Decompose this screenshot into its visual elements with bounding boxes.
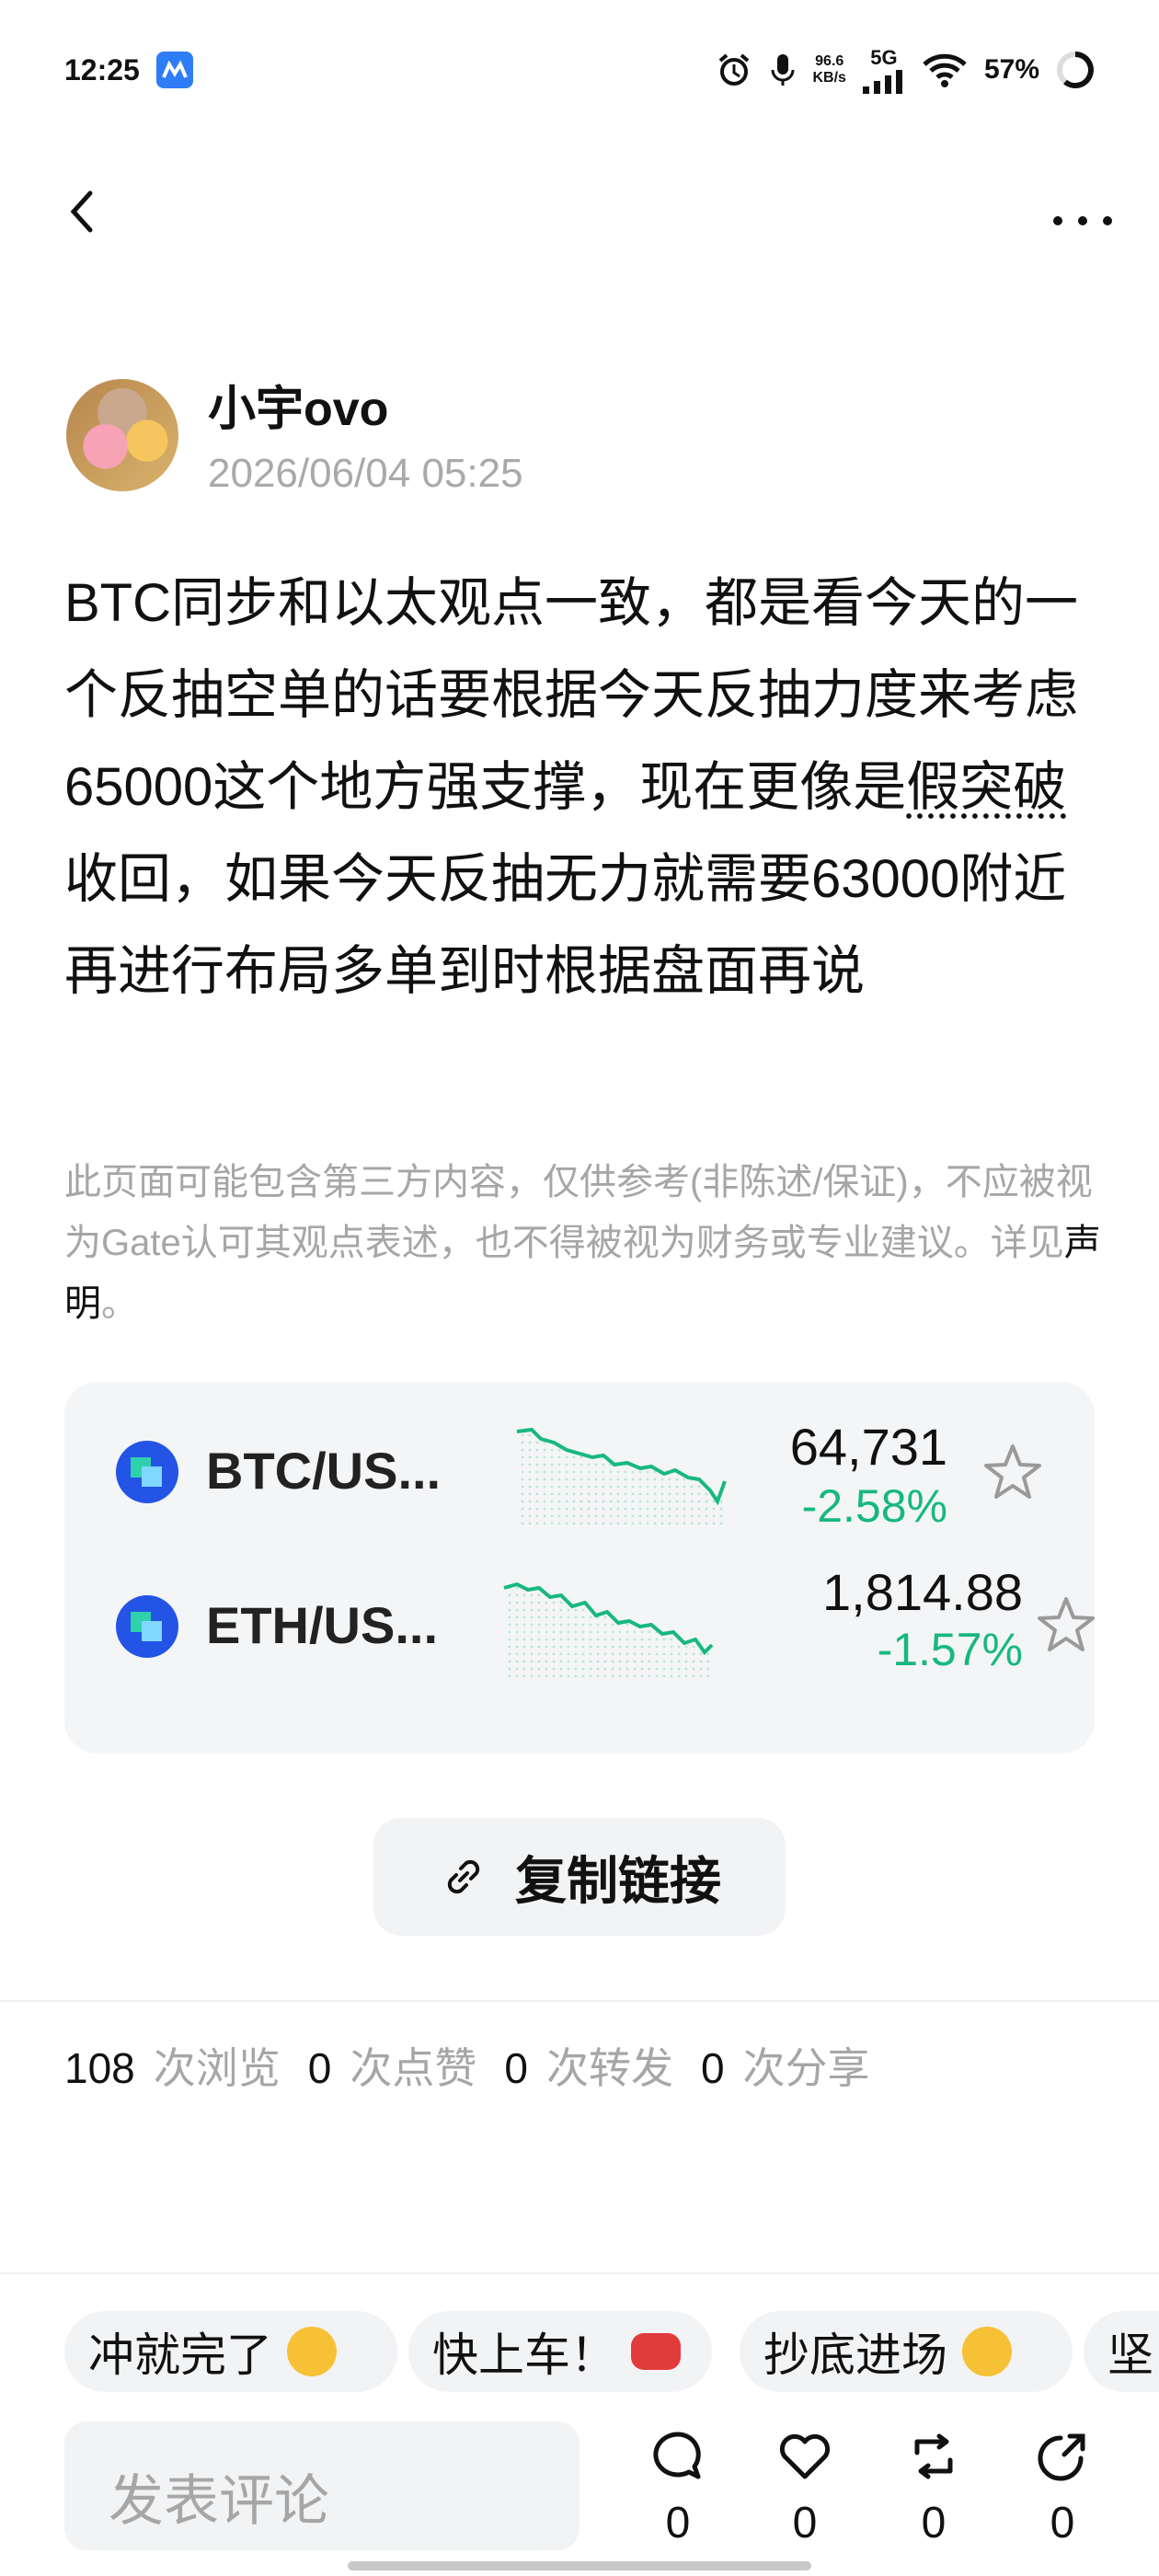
alarm-icon bbox=[718, 53, 749, 86]
car-emoji-icon bbox=[631, 2333, 681, 2370]
battery-ring-icon bbox=[1057, 52, 1094, 88]
market-card: BTC/US... 64,731 -2.58% ETH/US... 1,814.… bbox=[64, 1382, 1095, 1754]
comment-action[interactable]: 0 bbox=[637, 2427, 719, 2548]
price-change: -2.58% bbox=[801, 1480, 947, 1532]
app-notification-icon bbox=[156, 52, 193, 88]
more-dots-icon bbox=[1053, 216, 1112, 225]
market-row-btc[interactable]: BTC/US... 64,731 -2.58% bbox=[64, 1398, 1095, 1546]
copy-link-button[interactable]: 复制链接 bbox=[373, 1818, 786, 1936]
price: 64,731 bbox=[789, 1418, 947, 1476]
disclaimer: 此页面可能包含第三方内容，仅供参考(非陈述/保证)，不应被视为Gate认可其观点… bbox=[64, 1162, 1101, 1324]
pair-name: BTC/US... bbox=[206, 1442, 442, 1500]
market-row-eth[interactable]: ETH/US... 1,814.88 -1.57% bbox=[64, 1553, 1095, 1700]
quick-reaction-chip[interactable]: 坚 bbox=[1084, 2311, 1159, 2392]
more-options-button[interactable] bbox=[1050, 193, 1115, 230]
repost-icon bbox=[914, 2433, 953, 2479]
divider bbox=[0, 2272, 1159, 2274]
author-avatar[interactable] bbox=[66, 379, 178, 491]
status-indicators: 96.6 KB/s 5G 57% bbox=[716, 46, 1096, 94]
underlined-term[interactable]: 假突破 bbox=[906, 757, 1066, 817]
share-icon bbox=[1038, 2433, 1085, 2481]
pair-name: ETH/US... bbox=[206, 1596, 439, 1654]
sparkline-chart bbox=[516, 1427, 727, 1527]
post-content: BTC同步和以太观点一致，都是看今天的一个反抽空单的话要根据今天反抽力度来考虑 … bbox=[64, 573, 1079, 1001]
comment-bubble-icon bbox=[653, 2432, 701, 2479]
gate-coin-icon bbox=[116, 1595, 178, 1658]
microphone-icon bbox=[771, 54, 794, 86]
fist-emoji-icon bbox=[287, 2327, 337, 2376]
post-stats: 108 次浏览 0 次点赞 0 次转发 0 次分享 bbox=[64, 2044, 870, 2092]
chevron-left-icon bbox=[70, 190, 93, 233]
copy-link-label: 复制链接 bbox=[515, 1851, 721, 1910]
battery-level: 57% bbox=[983, 54, 1039, 85]
quick-reaction-chip[interactable]: 抄底进场 bbox=[740, 2311, 1073, 2392]
sunglasses-emoji-icon bbox=[962, 2327, 1012, 2376]
comment-input[interactable]: 发表评论 bbox=[64, 2421, 580, 2550]
status-time: 12:25 bbox=[64, 53, 140, 86]
quick-reaction-chip[interactable]: 冲就完了 bbox=[64, 2311, 397, 2392]
network-speed: 96.6 KB/s bbox=[812, 53, 846, 86]
price: 1,814.88 bbox=[822, 1563, 1023, 1621]
share-action[interactable]: 0 bbox=[1021, 2427, 1104, 2548]
quick-reaction-chip[interactable]: 快上车！ bbox=[408, 2311, 712, 2392]
cellular-signal: 5G bbox=[862, 46, 905, 94]
link-icon bbox=[447, 1859, 480, 1894]
favorite-star-icon[interactable] bbox=[1034, 1593, 1098, 1658]
sparkline-chart bbox=[503, 1581, 714, 1680]
heart-icon bbox=[779, 2433, 831, 2479]
author-name[interactable]: 小宇ovo bbox=[208, 370, 388, 439]
home-indicator[interactable] bbox=[348, 2561, 811, 2570]
back-button[interactable] bbox=[57, 184, 112, 239]
gate-coin-icon bbox=[116, 1441, 178, 1503]
divider bbox=[0, 2000, 1159, 2002]
like-action[interactable]: 0 bbox=[763, 2427, 846, 2548]
post-timestamp: 2026/06/04 05:25 bbox=[208, 451, 523, 496]
repost-action[interactable]: 0 bbox=[892, 2427, 975, 2548]
wifi-icon bbox=[923, 53, 967, 87]
signal-bars-icon bbox=[862, 70, 902, 94]
price-change: -1.57% bbox=[877, 1624, 1023, 1675]
favorite-star-icon[interactable] bbox=[981, 1441, 1045, 1505]
